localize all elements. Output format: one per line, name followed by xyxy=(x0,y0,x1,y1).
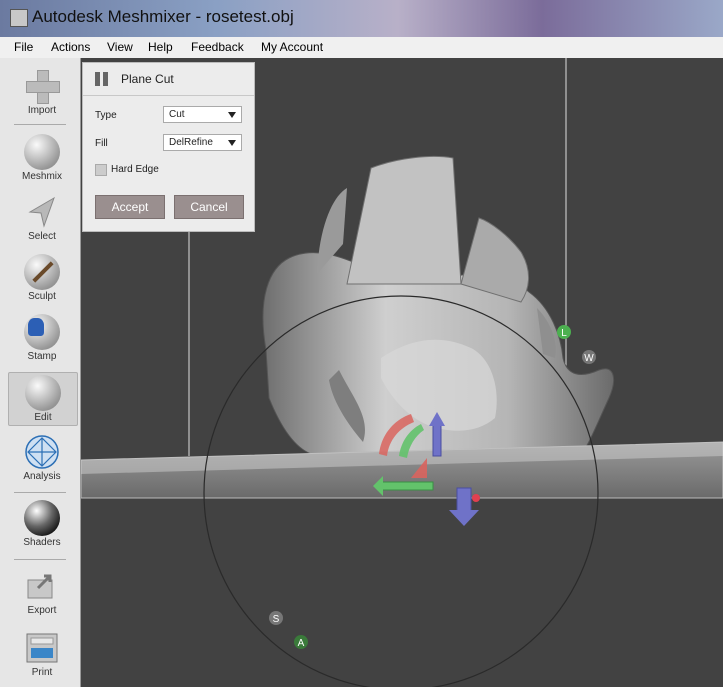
import-icon xyxy=(24,68,60,104)
cancel-button[interactable]: Cancel xyxy=(174,195,244,219)
svg-text:L: L xyxy=(561,328,567,339)
panel-header: Plane Cut xyxy=(83,63,254,96)
hard-edge-checkbox[interactable] xyxy=(95,164,107,176)
divider xyxy=(14,124,66,125)
hard-edge-label: Hard Edge xyxy=(111,164,159,175)
menu-help[interactable]: Help xyxy=(148,40,173,54)
fill-select[interactable]: DelRefine xyxy=(163,134,242,151)
tool-label: Print xyxy=(31,667,53,678)
tool-sidebar: Import Meshmix Select Sculpt Stamp Edit … xyxy=(0,58,81,687)
tool-label: Stamp xyxy=(27,351,57,362)
type-value: Cut xyxy=(169,109,185,120)
tool-shaders[interactable]: Shaders xyxy=(8,500,76,548)
accept-button[interactable]: Accept xyxy=(95,195,165,219)
tool-label: Export xyxy=(27,605,57,616)
tool-sculpt[interactable]: Sculpt xyxy=(8,254,76,302)
tool-analysis[interactable]: Analysis xyxy=(8,434,76,482)
menu-actions[interactable]: Actions xyxy=(51,40,90,54)
tool-label: Analysis xyxy=(23,471,61,482)
gizmo-handle-l[interactable]: L xyxy=(557,325,571,339)
menu-file[interactable]: File xyxy=(14,40,33,54)
menu-my-account[interactable]: My Account xyxy=(261,40,323,54)
sculpt-icon xyxy=(24,254,60,290)
gizmo-handle-s[interactable]: S xyxy=(269,611,283,625)
analysis-icon xyxy=(25,435,59,469)
tool-label: Sculpt xyxy=(28,291,56,302)
app-icon xyxy=(10,9,28,27)
tool-label: Meshmix xyxy=(21,171,62,182)
svg-text:W: W xyxy=(584,353,594,364)
type-select[interactable]: Cut xyxy=(163,106,242,123)
chevron-down-icon xyxy=(228,140,236,146)
tool-print[interactable]: Print xyxy=(8,630,76,678)
chevron-down-icon xyxy=(228,112,236,118)
edit-icon xyxy=(25,375,61,411)
tool-export[interactable]: Export xyxy=(8,568,76,616)
tool-select[interactable]: Select xyxy=(8,194,76,242)
shaders-icon xyxy=(24,500,60,536)
tool-edit[interactable]: Edit xyxy=(8,372,78,426)
title-bar: Autodesk Meshmixer - rosetest.obj xyxy=(0,0,723,37)
divider xyxy=(14,559,66,560)
tool-import[interactable]: Import xyxy=(8,68,76,116)
tool-label: Select xyxy=(28,231,56,242)
tool-label: Shaders xyxy=(23,537,61,548)
panel-title: Plane Cut xyxy=(121,72,174,86)
gizmo-handle-w[interactable]: W xyxy=(582,350,596,364)
svg-text:S: S xyxy=(273,614,280,625)
gizmo-handle-a[interactable]: A xyxy=(294,635,308,649)
tool-stamp[interactable]: Stamp xyxy=(8,314,76,362)
type-label: Type xyxy=(95,110,117,121)
export-icon xyxy=(27,574,53,599)
fill-label: Fill xyxy=(95,138,108,149)
menu-feedback[interactable]: Feedback xyxy=(191,40,244,54)
meshmix-icon xyxy=(24,134,60,170)
menu-view[interactable]: View xyxy=(107,40,133,54)
plane-cut-icon xyxy=(95,72,108,86)
stamp-icon xyxy=(24,314,60,350)
tool-label: Import xyxy=(27,105,57,116)
tool-meshmix[interactable]: Meshmix xyxy=(8,134,76,182)
svg-text:A: A xyxy=(298,638,305,649)
window-title: Autodesk Meshmixer - rosetest.obj xyxy=(32,7,294,26)
tool-label: Edit xyxy=(34,412,52,423)
print-icon xyxy=(26,633,58,663)
plane-cut-panel: Plane Cut Type Cut Fill DelRefine Hard E… xyxy=(82,62,255,232)
select-icon xyxy=(28,196,55,228)
menu-bar: File Actions View Help Feedback My Accou… xyxy=(0,37,723,59)
divider xyxy=(14,492,66,493)
fill-value: DelRefine xyxy=(169,137,213,148)
